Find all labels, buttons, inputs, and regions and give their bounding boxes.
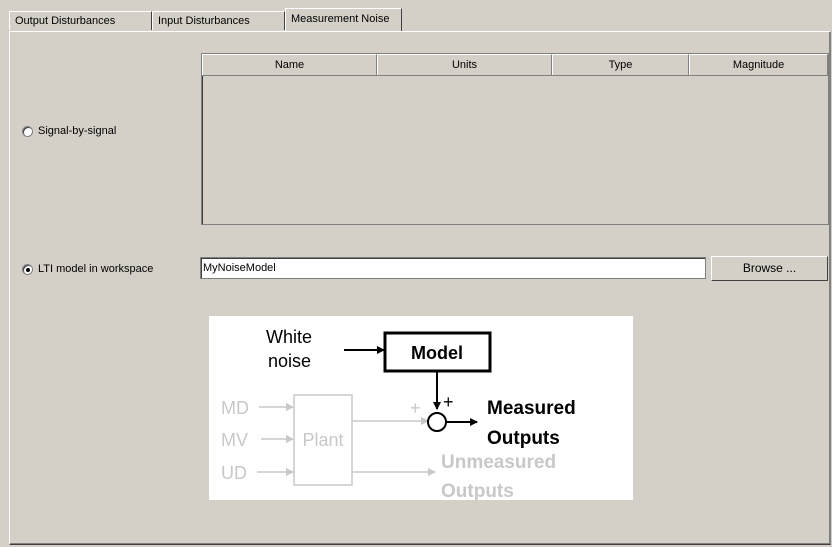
md-label: MD [221,398,249,418]
white-noise-label-1: White [266,327,312,347]
mv-label: MV [221,430,248,450]
lti-model-option[interactable]: LTI model in workspace [22,263,153,275]
plant-label: Plant [302,430,343,450]
unmeasured-outputs-label-2: Outputs [441,481,514,500]
signal-by-signal-label: Signal-by-signal [38,125,117,137]
measured-outputs-label-1: Measured [487,398,576,419]
browse-button[interactable]: Browse ... [711,256,828,281]
column-header-type[interactable]: Type [552,54,689,75]
lti-model-radio[interactable] [22,263,33,275]
lti-model-label: LTI model in workspace [38,263,154,275]
tab-measurement-noise[interactable]: Measurement Noise [285,8,402,31]
white-noise-label-2: noise [268,351,311,371]
table-header: Name Units Type Magnitude [202,54,828,76]
sum-plus-gray: + [410,398,421,418]
signal-by-signal-option[interactable]: Signal-by-signal [22,125,116,137]
model-label: Model [411,343,463,363]
measured-outputs-label-2: Outputs [487,428,560,449]
ud-label: UD [221,463,247,483]
tab-output-disturbances[interactable]: Output Disturbances [9,11,152,30]
column-header-name[interactable]: Name [202,54,377,75]
tab-input-disturbances[interactable]: Input Disturbances [152,11,285,30]
noise-model-diagram: White noise Model MD MV UD Plant + + Mea… [209,316,633,500]
signal-table[interactable]: Name Units Type Magnitude [201,53,829,225]
sum-plus-black: + [443,392,454,412]
unmeasured-outputs-label-1: Unmeasured [441,452,556,473]
column-header-magnitude[interactable]: Magnitude [689,54,828,75]
column-header-units[interactable]: Units [377,54,552,75]
signal-by-signal-radio[interactable] [22,125,33,137]
sum-junction [427,412,447,432]
lti-model-input[interactable]: MyNoiseModel [200,257,706,279]
